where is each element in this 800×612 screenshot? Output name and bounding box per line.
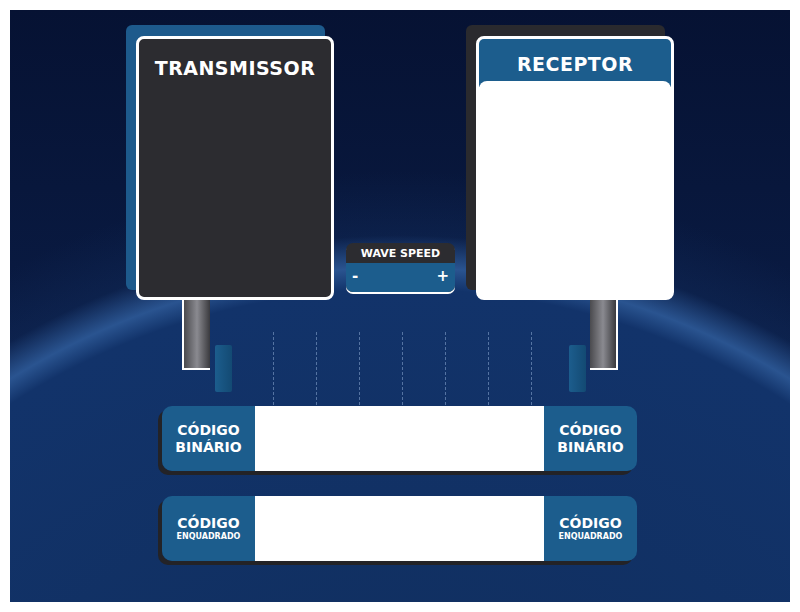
channel-line	[316, 332, 318, 405]
code-bar: CÓDIGOBINÁRIO CÓDIGOBINÁRIO	[162, 406, 637, 471]
channel-line	[273, 332, 275, 405]
transmitter-cable	[182, 300, 210, 370]
channel-line	[402, 332, 404, 405]
receiver-panel: RECEPTOR	[466, 25, 674, 300]
decrease-button[interactable]: -	[350, 267, 360, 285]
channel-line	[359, 332, 361, 405]
transmitter-connector	[215, 345, 232, 392]
transmission-link	[10, 300, 790, 405]
code-label: CÓDIGOBINÁRIO	[162, 406, 255, 471]
code-field[interactable]	[255, 496, 544, 561]
wave-channel	[273, 332, 533, 405]
receiver-cable	[590, 300, 618, 370]
wave-speed-control: WAVE SPEED - +	[346, 243, 455, 292]
transmitter-title: TRANSMISSOR	[139, 39, 331, 79]
channel-line	[488, 332, 490, 405]
wave-speed-label: WAVE SPEED	[346, 243, 455, 263]
channel-line	[531, 332, 533, 405]
code-label: CÓDIGOENQUADRADO	[162, 496, 255, 561]
channel-line	[445, 332, 447, 405]
transmitter-panel: TRANSMISSOR	[126, 25, 334, 300]
receiver-display	[479, 81, 671, 297]
code-bar: CÓDIGOENQUADRADO CÓDIGOENQUADRADO	[162, 496, 637, 561]
receiver-title: RECEPTOR	[479, 39, 671, 87]
increase-button[interactable]: +	[434, 267, 451, 285]
code-field[interactable]	[255, 406, 544, 471]
code-label: CÓDIGOBINÁRIO	[544, 406, 637, 471]
code-label: CÓDIGOENQUADRADO	[544, 496, 637, 561]
simulator-screen: TRANSMISSOR WAVE SPEED - + RECEPTOR CÓDIGOBIN…	[10, 10, 790, 602]
receiver-connector	[569, 345, 586, 392]
